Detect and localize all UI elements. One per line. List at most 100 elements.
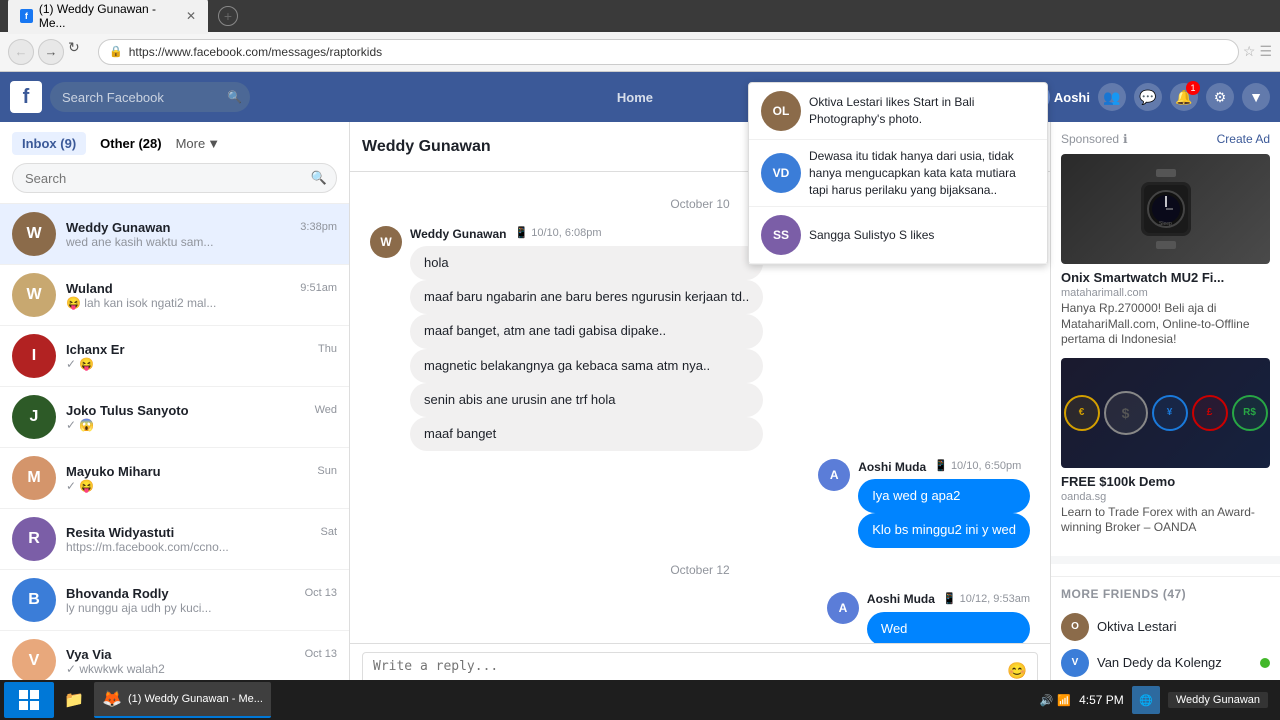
url-bar[interactable]: 🔒 https://www.facebook.com/messages/rapt… [98,39,1239,65]
conv-preview: ✓ 😱 [66,418,337,432]
conv-preview: https://m.facebook.com/ccno... [66,540,337,554]
browser-tab[interactable]: f (1) Weddy Gunawan - Me... ✕ [8,0,208,34]
forex-visual: € $ ¥ £ R$ [1061,358,1270,468]
conversation-item[interactable]: R Resita Widyastuti Sat https://m.facebo… [0,509,349,570]
search-icon[interactable]: 🔍 [311,170,327,186]
conv-time: Oct 13 [305,648,337,660]
forward-button[interactable]: → [38,39,64,65]
conversation-item[interactable]: J Joko Tulus Sanyoto Wed ✓ 😱 [0,387,349,448]
notif-text: Dewasa itu tidak hanya dari usia, tidak … [809,148,1035,198]
create-ad-button[interactable]: Create Ad [1217,132,1270,146]
ad-desc-watch: Hanya Rp.270000! Beli aja di MatahariMal… [1061,301,1270,348]
conv-avatar: W [12,212,56,256]
conv-preview: 😝 lah kan isok ngati2 mal... [66,296,337,310]
notif-avatar: OL [761,91,801,131]
conv-info: Wuland 9:51am 😝 lah kan isok ngati2 mal.… [66,281,337,310]
msg-bubble: hola [410,246,763,280]
conv-info: Resita Widyastuti Sat https://m.facebook… [66,525,337,554]
conv-name: Weddy Gunawan [66,220,171,235]
msg-time: 📱 10/10, 6:08pm [514,226,601,239]
taskbar-items: 📁 [56,682,92,718]
conversation-item[interactable]: W Weddy Gunawan 3:38pm wed ane kasih wak… [0,204,349,265]
notifications-popup: OL Oktiva Lestari likes Start in Bali Ph… [748,82,1048,265]
start-button[interactable] [4,682,54,718]
clock-time: 4:57 PM [1079,693,1124,707]
conversation-item[interactable]: W Wuland 9:51am 😝 lah kan isok ngati2 ma… [0,265,349,326]
other-tab[interactable]: Other (28) [90,132,171,155]
browser-bar: f (1) Weddy Gunawan - Me... ✕ + [0,0,1280,32]
conversation-item[interactable]: B Bhovanda Rodly Oct 13 ly nunggu aja ud… [0,570,349,631]
friend-name: Oktiva Lestari [1097,619,1270,634]
back-button[interactable]: ← [8,39,34,65]
ad-item-watch[interactable]: Sleep Onix Smartwatch MU2 Fi... matahari… [1061,154,1270,348]
new-tab-button[interactable]: + [218,6,238,26]
tab-favicon: f [20,9,33,23]
taskbar-profile-btn[interactable]: Weddy Gunawan [1168,692,1268,708]
ad-desc-forex: Learn to Trade Forex with an Award-winni… [1061,505,1270,536]
msg-bubble: Wed [867,612,1030,644]
dropdown-icon-btn[interactable]: ▼ [1242,83,1270,111]
notifications-icon-btn[interactable]: 🔔 1 [1170,83,1198,111]
conv-time: 9:51am [300,282,337,294]
network-icon[interactable]: 📶 [1057,694,1071,707]
notification-item[interactable]: VD Dewasa itu tidak hanya dari usia, tid… [749,140,1047,207]
bookmark-icon[interactable]: ☆ [1243,43,1256,60]
msg-avatar: A [827,592,859,624]
ads-header: Sponsored ℹ Create Ad [1061,132,1270,146]
notif-avatar: SS [761,215,801,255]
refresh-button[interactable]: ↻ [68,39,94,65]
conversation-item[interactable]: I Ichanx Er Thu ✓ 😝 [0,326,349,387]
close-tab-icon[interactable]: ✕ [186,9,196,23]
firefox-icon: 🦊 [102,689,122,709]
ad-image-watch: Sleep [1061,154,1270,264]
firefox-label: (1) Weddy Gunawan - Me... [128,693,263,705]
inbox-tab[interactable]: Inbox (9) [12,132,86,155]
tab-title: (1) Weddy Gunawan - Me... [39,2,174,30]
chat-name: Weddy Gunawan [362,138,782,156]
ad-item-forex[interactable]: € $ ¥ £ R$ FREE $100k Demo oanda.sg Lear… [1061,358,1270,536]
search-icon[interactable]: 🔍 [227,90,242,104]
facebook-logo[interactable]: f [10,81,42,113]
taskbar-item[interactable]: 📁 [56,682,92,718]
taskbar-globe-btn[interactable]: 🌐 [1132,686,1160,714]
more-chevron-icon: ▼ [207,136,220,151]
conv-preview: wed ane kasih waktu sam... [66,235,337,249]
conv-info: Bhovanda Rodly Oct 13 ly nunggu aja udh … [66,586,337,615]
friend-item[interactable]: V Van Dedy da Kolengz [1061,645,1270,681]
msg-sender: Weddy Gunawan [410,227,506,241]
messages-icon-btn[interactable]: 💬 [1134,83,1162,111]
friend-item[interactable]: O Oktiva Lestari [1061,609,1270,645]
conv-time: 3:38pm [300,221,337,233]
browser-nav-bar: ← → ↻ 🔒 https://www.facebook.com/message… [0,32,1280,72]
conv-time: Sat [320,526,337,538]
main-container: Inbox (9) Other (28) More ▼ 🔍 W Weddy Gu… [0,122,1280,720]
notification-item[interactable]: SS Sangga Sulistyo S likes [749,207,1047,264]
ad-title-watch: Onix Smartwatch MU2 Fi... [1061,270,1270,285]
date-separator: October 12 [370,563,1030,577]
msg-bubble: Klo bs minggu2 ini y wed [858,513,1030,547]
sponsored-label: Sponsored ℹ [1061,132,1128,146]
taskbar-item-firefox[interactable]: 🦊 (1) Weddy Gunawan - Me... [94,682,271,718]
emoji-button[interactable]: 😊 [1007,661,1027,681]
conv-avatar: J [12,395,56,439]
friends-icon-btn[interactable]: 👥 [1098,83,1126,111]
notif-text: Oktiva Lestari likes Start in Bali Photo… [809,94,1035,128]
settings-icon-btn[interactable]: ⚙ [1206,83,1234,111]
menu-icon[interactable]: ☰ [1259,43,1272,60]
msg-content: Aoshi Muda 📱 10/12, 9:53am Wed [867,592,1030,644]
msg-bubble: Iya wed g apa2 [858,479,1030,513]
conv-avatar: B [12,578,56,622]
notification-item[interactable]: OL Oktiva Lestari likes Start in Bali Ph… [749,83,1047,140]
more-tab[interactable]: More ▼ [176,136,221,151]
msg-content: Weddy Gunawan 📱 10/10, 6:08pm holamaaf b… [410,226,763,451]
notif-panel [1051,564,1280,577]
conv-avatar: M [12,456,56,500]
home-nav-link[interactable]: Home [617,90,653,105]
conversation-search-input[interactable] [12,163,337,193]
more-friends-header: MORE FRIENDS (47) [1061,587,1270,601]
facebook-search-input[interactable] [50,82,250,112]
user-name-label: Aoshi [1054,90,1090,105]
volume-icon[interactable]: 🔊 [1040,694,1054,707]
msg-bubble: magnetic belakangnya ga kebaca sama atm … [410,349,763,383]
conversation-item[interactable]: M Mayuko Miharu Sun ✓ 😝 [0,448,349,509]
